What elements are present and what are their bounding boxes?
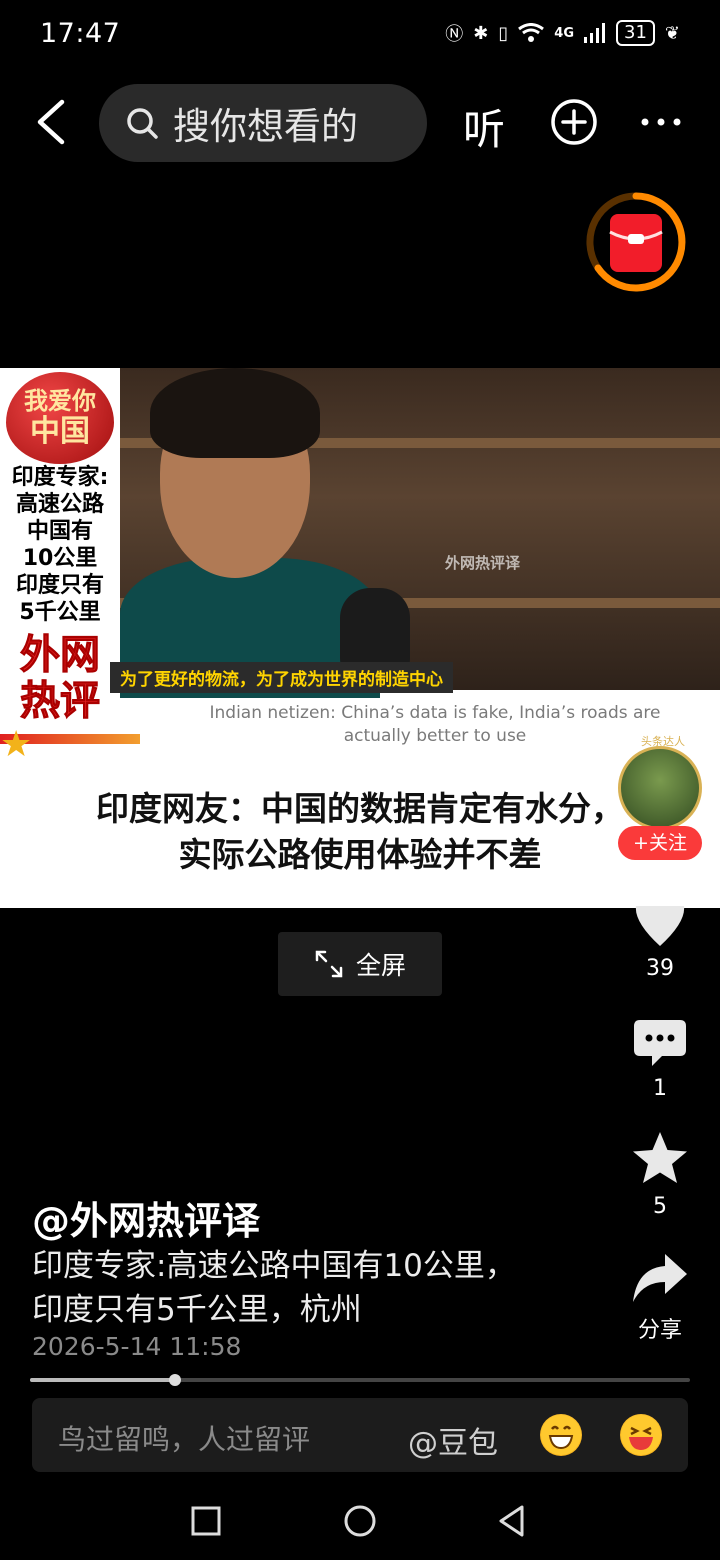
headline-line: 实际公路使用体验并不差 — [178, 835, 542, 874]
status-time: 17:47 — [40, 18, 121, 49]
red-title-line: 热评 — [20, 678, 101, 725]
video-headline: 印度网友：中国的数据肯定有水分， 实际公路使用体验并不差 — [0, 786, 720, 878]
banner-text: 印度专家: 高速公路 中国有 10公里 印度只有 5千公里 — [0, 464, 120, 626]
heart-text-1: 我爱你 — [24, 387, 96, 415]
star-icon — [633, 1132, 687, 1183]
back-nav-button[interactable] — [496, 1500, 528, 1542]
desc-line: 印度只有5千公里，杭州 — [32, 1292, 362, 1328]
search-input[interactable]: 搜你想看的 — [99, 84, 427, 162]
back-button[interactable] — [30, 98, 74, 146]
home-button[interactable] — [342, 1500, 378, 1542]
video-watermark: 外网热评译 — [445, 554, 521, 572]
heart-text-2: 中国 — [30, 414, 90, 449]
post-date: 2026-5-14 11:58 — [32, 1332, 242, 1361]
banner-line: 高速公路 — [15, 492, 104, 517]
vibrate-icon: ▯ — [498, 22, 509, 44]
recent-apps-button[interactable] — [190, 1500, 222, 1542]
fullscreen-label: 全屏 — [355, 951, 406, 980]
fullscreen-button[interactable]: 全屏 — [278, 932, 442, 996]
headline-line: 印度网友：中国的数据肯定有水分， — [96, 789, 624, 828]
laugh-emoji-icon[interactable] — [620, 1414, 662, 1456]
mention-button[interactable]: @豆包 — [408, 1418, 498, 1462]
add-icon[interactable] — [550, 98, 598, 146]
heart-badge: 我爱你 中国 — [6, 372, 114, 464]
comment-action[interactable]: 1 — [628, 1018, 692, 1101]
share-action[interactable]: 分享 — [628, 1252, 692, 1344]
avatar-badge: 头条达人 — [641, 735, 685, 748]
favorite-action[interactable]: 5 — [628, 1130, 692, 1219]
banner-red-title: 外网 热评 — [0, 632, 120, 725]
network-label: 4G — [554, 25, 574, 41]
progress-knob[interactable] — [169, 1374, 182, 1386]
battery-level: 31 — [616, 20, 655, 46]
author-avatar[interactable]: 头条达人 — [618, 735, 702, 830]
nfc-icon: Ⓝ — [445, 24, 464, 45]
search-placeholder: 搜你想看的 — [173, 105, 358, 148]
red-title-line: 外网 — [20, 632, 101, 679]
banner-line: 印度只有 — [15, 573, 104, 598]
like-count: 39 — [646, 956, 674, 981]
comment-bar[interactable]: 鸟过留鸣，人过留评 @豆包 — [32, 1398, 688, 1472]
video-player[interactable]: 外网热评译 我爱你 中国 印度专家: 高速公路 中国有 10公里 印度只有 5千… — [0, 368, 720, 908]
desc-line: 印度专家:高速公路中国有10公里， — [32, 1248, 516, 1284]
listen-button[interactable]: 听 — [463, 96, 505, 157]
like-action[interactable]: 39 — [628, 900, 692, 981]
heart-icon — [635, 906, 685, 946]
author-name[interactable]: @外网热评译 — [32, 1190, 260, 1245]
wifi-icon — [518, 23, 545, 42]
caption-line: Indian netizen: China’s data is fake, In… — [209, 703, 661, 723]
share-label: 分享 — [637, 1318, 682, 1343]
video-subtitle: 为了更好的物流，为了成为世界的制造中心 — [110, 662, 453, 693]
left-banner: 我爱你 中国 印度专家: 高速公路 中国有 10公里 印度只有 5千公里 外网 … — [0, 368, 120, 768]
signal-icon — [584, 23, 605, 43]
favorite-count: 5 — [653, 1194, 667, 1219]
person-hair — [150, 368, 320, 458]
leaf-icon: ❦ — [664, 22, 680, 44]
banner-line: 5千公里 — [19, 600, 101, 625]
post-description[interactable]: 印度专家:高速公路中国有10公里， 印度只有5千公里，杭州 — [32, 1244, 592, 1332]
expand-icon — [315, 950, 343, 978]
red-packet-icon[interactable] — [584, 190, 688, 294]
status-icons: Ⓝ ✱ ▯ 4G 31 ❦ — [445, 20, 680, 46]
share-icon — [633, 1254, 687, 1302]
banner-line: 10公里 — [22, 546, 98, 571]
more-icon[interactable] — [637, 102, 685, 142]
video-scene: 外网热评译 — [120, 368, 720, 698]
follow-button[interactable]: +关注 — [618, 826, 702, 860]
comment-input[interactable]: 鸟过留鸣，人过留评 — [58, 1418, 310, 1458]
comment-count: 1 — [653, 1076, 667, 1101]
star-decoration-icon: ★ — [0, 724, 33, 765]
banner-line: 印度专家: — [11, 465, 109, 490]
comment-icon — [634, 1020, 686, 1066]
progress-fill — [30, 1378, 176, 1382]
grin-emoji-icon[interactable] — [540, 1414, 582, 1456]
search-icon — [127, 108, 158, 139]
bluetooth-icon: ✱ — [473, 22, 489, 44]
banner-line: 中国有 — [26, 519, 93, 544]
